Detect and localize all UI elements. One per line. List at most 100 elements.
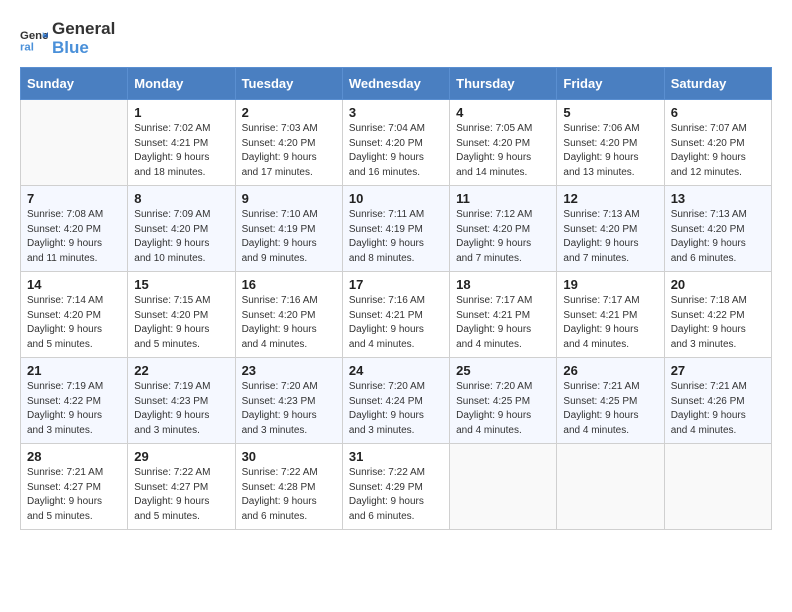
calendar-cell: 29 Sunrise: 7:22 AMSunset: 4:27 PMDaylig…	[128, 444, 235, 530]
cell-info: Sunrise: 7:20 AMSunset: 4:23 PMDaylight:…	[242, 380, 336, 438]
cell-info: Sunrise: 7:20 AMSunset: 4:24 PMDaylight:…	[349, 380, 443, 438]
calendar-cell: 30 Sunrise: 7:22 AMSunset: 4:28 PMDaylig…	[235, 444, 342, 530]
calendar-table: SundayMondayTuesdayWednesdayThursdayFrid…	[20, 67, 772, 530]
cell-info: Sunrise: 7:16 AMSunset: 4:20 PMDaylight:…	[242, 294, 336, 352]
day-number: 28	[27, 449, 121, 464]
day-number: 14	[27, 277, 121, 292]
cell-info: Sunrise: 7:10 AMSunset: 4:19 PMDaylight:…	[242, 208, 336, 266]
logo-general-text: General	[52, 20, 115, 39]
calendar-cell: 19 Sunrise: 7:17 AMSunset: 4:21 PMDaylig…	[557, 272, 664, 358]
weekday-header-sunday: Sunday	[21, 68, 128, 100]
calendar-cell: 8 Sunrise: 7:09 AMSunset: 4:20 PMDayligh…	[128, 186, 235, 272]
calendar-cell	[450, 444, 557, 530]
calendar-week-row: 7 Sunrise: 7:08 AMSunset: 4:20 PMDayligh…	[21, 186, 772, 272]
calendar-cell: 20 Sunrise: 7:18 AMSunset: 4:22 PMDaylig…	[664, 272, 771, 358]
day-number: 7	[27, 191, 121, 206]
day-number: 18	[456, 277, 550, 292]
day-number: 15	[134, 277, 228, 292]
calendar-cell: 18 Sunrise: 7:17 AMSunset: 4:21 PMDaylig…	[450, 272, 557, 358]
cell-info: Sunrise: 7:03 AMSunset: 4:20 PMDaylight:…	[242, 122, 336, 180]
cell-info: Sunrise: 7:21 AMSunset: 4:27 PMDaylight:…	[27, 466, 121, 524]
day-number: 3	[349, 105, 443, 120]
weekday-header-saturday: Saturday	[664, 68, 771, 100]
cell-info: Sunrise: 7:06 AMSunset: 4:20 PMDaylight:…	[563, 122, 657, 180]
calendar-cell	[557, 444, 664, 530]
calendar-cell: 25 Sunrise: 7:20 AMSunset: 4:25 PMDaylig…	[450, 358, 557, 444]
day-number: 12	[563, 191, 657, 206]
svg-text:ral: ral	[20, 41, 34, 53]
cell-info: Sunrise: 7:17 AMSunset: 4:21 PMDaylight:…	[563, 294, 657, 352]
weekday-header-row: SundayMondayTuesdayWednesdayThursdayFrid…	[21, 68, 772, 100]
logo-blue-text: Blue	[52, 39, 115, 58]
cell-info: Sunrise: 7:22 AMSunset: 4:29 PMDaylight:…	[349, 466, 443, 524]
calendar-cell: 1 Sunrise: 7:02 AMSunset: 4:21 PMDayligh…	[128, 100, 235, 186]
day-number: 20	[671, 277, 765, 292]
cell-info: Sunrise: 7:07 AMSunset: 4:20 PMDaylight:…	[671, 122, 765, 180]
calendar-cell: 14 Sunrise: 7:14 AMSunset: 4:20 PMDaylig…	[21, 272, 128, 358]
calendar-cell	[664, 444, 771, 530]
calendar-cell: 10 Sunrise: 7:11 AMSunset: 4:19 PMDaylig…	[342, 186, 449, 272]
day-number: 4	[456, 105, 550, 120]
calendar-week-row: 28 Sunrise: 7:21 AMSunset: 4:27 PMDaylig…	[21, 444, 772, 530]
weekday-header-thursday: Thursday	[450, 68, 557, 100]
cell-info: Sunrise: 7:08 AMSunset: 4:20 PMDaylight:…	[27, 208, 121, 266]
weekday-header-wednesday: Wednesday	[342, 68, 449, 100]
cell-info: Sunrise: 7:04 AMSunset: 4:20 PMDaylight:…	[349, 122, 443, 180]
day-number: 26	[563, 363, 657, 378]
logo: Gene ral General Blue	[20, 20, 115, 57]
calendar-week-row: 14 Sunrise: 7:14 AMSunset: 4:20 PMDaylig…	[21, 272, 772, 358]
day-number: 19	[563, 277, 657, 292]
calendar-cell: 12 Sunrise: 7:13 AMSunset: 4:20 PMDaylig…	[557, 186, 664, 272]
calendar-cell: 13 Sunrise: 7:13 AMSunset: 4:20 PMDaylig…	[664, 186, 771, 272]
calendar-cell: 21 Sunrise: 7:19 AMSunset: 4:22 PMDaylig…	[21, 358, 128, 444]
calendar-cell: 28 Sunrise: 7:21 AMSunset: 4:27 PMDaylig…	[21, 444, 128, 530]
calendar-week-row: 1 Sunrise: 7:02 AMSunset: 4:21 PMDayligh…	[21, 100, 772, 186]
calendar-week-row: 21 Sunrise: 7:19 AMSunset: 4:22 PMDaylig…	[21, 358, 772, 444]
day-number: 5	[563, 105, 657, 120]
calendar-cell: 15 Sunrise: 7:15 AMSunset: 4:20 PMDaylig…	[128, 272, 235, 358]
cell-info: Sunrise: 7:17 AMSunset: 4:21 PMDaylight:…	[456, 294, 550, 352]
day-number: 13	[671, 191, 765, 206]
weekday-header-monday: Monday	[128, 68, 235, 100]
cell-info: Sunrise: 7:20 AMSunset: 4:25 PMDaylight:…	[456, 380, 550, 438]
cell-info: Sunrise: 7:19 AMSunset: 4:22 PMDaylight:…	[27, 380, 121, 438]
day-number: 22	[134, 363, 228, 378]
cell-info: Sunrise: 7:14 AMSunset: 4:20 PMDaylight:…	[27, 294, 121, 352]
page-header: Gene ral General Blue	[20, 20, 772, 57]
calendar-cell: 22 Sunrise: 7:19 AMSunset: 4:23 PMDaylig…	[128, 358, 235, 444]
cell-info: Sunrise: 7:09 AMSunset: 4:20 PMDaylight:…	[134, 208, 228, 266]
weekday-header-friday: Friday	[557, 68, 664, 100]
cell-info: Sunrise: 7:13 AMSunset: 4:20 PMDaylight:…	[671, 208, 765, 266]
day-number: 23	[242, 363, 336, 378]
day-number: 25	[456, 363, 550, 378]
cell-info: Sunrise: 7:21 AMSunset: 4:25 PMDaylight:…	[563, 380, 657, 438]
calendar-body: 1 Sunrise: 7:02 AMSunset: 4:21 PMDayligh…	[21, 100, 772, 530]
day-number: 1	[134, 105, 228, 120]
cell-info: Sunrise: 7:05 AMSunset: 4:20 PMDaylight:…	[456, 122, 550, 180]
day-number: 16	[242, 277, 336, 292]
cell-info: Sunrise: 7:16 AMSunset: 4:21 PMDaylight:…	[349, 294, 443, 352]
weekday-header-tuesday: Tuesday	[235, 68, 342, 100]
day-number: 11	[456, 191, 550, 206]
cell-info: Sunrise: 7:15 AMSunset: 4:20 PMDaylight:…	[134, 294, 228, 352]
calendar-cell: 2 Sunrise: 7:03 AMSunset: 4:20 PMDayligh…	[235, 100, 342, 186]
calendar-cell: 9 Sunrise: 7:10 AMSunset: 4:19 PMDayligh…	[235, 186, 342, 272]
cell-info: Sunrise: 7:18 AMSunset: 4:22 PMDaylight:…	[671, 294, 765, 352]
cell-info: Sunrise: 7:22 AMSunset: 4:28 PMDaylight:…	[242, 466, 336, 524]
calendar-cell: 7 Sunrise: 7:08 AMSunset: 4:20 PMDayligh…	[21, 186, 128, 272]
day-number: 9	[242, 191, 336, 206]
calendar-cell: 26 Sunrise: 7:21 AMSunset: 4:25 PMDaylig…	[557, 358, 664, 444]
day-number: 24	[349, 363, 443, 378]
cell-info: Sunrise: 7:11 AMSunset: 4:19 PMDaylight:…	[349, 208, 443, 266]
calendar-cell: 16 Sunrise: 7:16 AMSunset: 4:20 PMDaylig…	[235, 272, 342, 358]
day-number: 29	[134, 449, 228, 464]
calendar-cell: 11 Sunrise: 7:12 AMSunset: 4:20 PMDaylig…	[450, 186, 557, 272]
calendar-cell: 23 Sunrise: 7:20 AMSunset: 4:23 PMDaylig…	[235, 358, 342, 444]
day-number: 21	[27, 363, 121, 378]
day-number: 27	[671, 363, 765, 378]
calendar-cell: 6 Sunrise: 7:07 AMSunset: 4:20 PMDayligh…	[664, 100, 771, 186]
cell-info: Sunrise: 7:19 AMSunset: 4:23 PMDaylight:…	[134, 380, 228, 438]
day-number: 2	[242, 105, 336, 120]
day-number: 6	[671, 105, 765, 120]
calendar-cell	[21, 100, 128, 186]
